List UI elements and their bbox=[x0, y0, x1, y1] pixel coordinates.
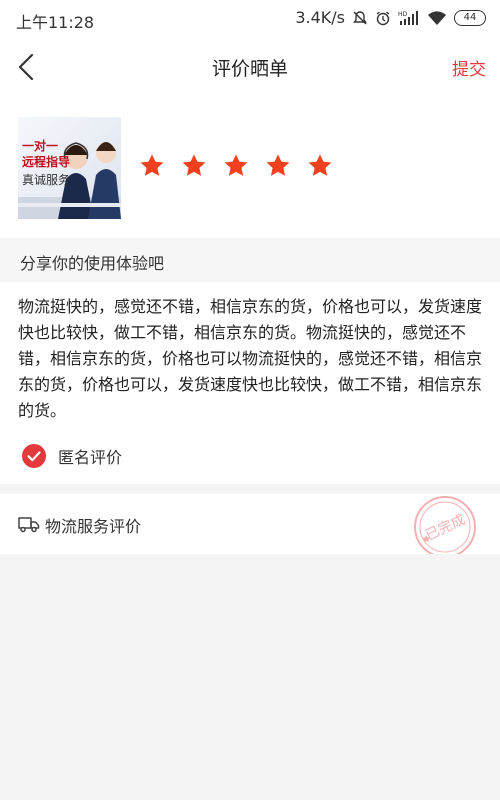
page-title: 评价晒单 bbox=[211, 58, 288, 80]
status-icons: 3.4K/s HD 44 bbox=[295, 8, 486, 27]
thumb-text-line-3: 真诚服务 bbox=[22, 173, 71, 187]
header: 评价晒单 提交 bbox=[0, 36, 500, 98]
product-thumbnail[interactable]: 一对一 远程指导 真诚服务 bbox=[18, 117, 121, 219]
share-prompt-section: 分享你的使用体验吧 bbox=[0, 238, 500, 282]
completed-stamp: 已完成 bbox=[412, 494, 478, 554]
alarm-icon bbox=[375, 10, 391, 26]
star-icon-4[interactable] bbox=[264, 152, 292, 180]
star-icon-3[interactable] bbox=[222, 152, 250, 180]
star-icon-1[interactable] bbox=[138, 152, 166, 180]
star-icon-5[interactable] bbox=[306, 152, 334, 180]
hd-signal-icon: HD bbox=[398, 10, 420, 26]
thumb-text-line-2: 远程指导 bbox=[22, 155, 71, 169]
completed-stamp-icon: 已完成 bbox=[414, 496, 476, 554]
status-bar: 上午11:28 3.4K/s HD 44 bbox=[0, 0, 500, 36]
submit-button[interactable]: 提交 bbox=[452, 55, 486, 80]
battery-icon: 44 bbox=[454, 9, 486, 26]
check-circle-icon bbox=[22, 444, 46, 468]
wifi-icon bbox=[427, 10, 447, 26]
network-speed: 3.4K/s bbox=[295, 8, 345, 27]
status-time: 上午11:28 bbox=[16, 13, 95, 32]
logistics-rating-section[interactable]: 物流服务评价 已完成 bbox=[0, 494, 500, 554]
share-prompt-label: 分享你的使用体验吧 bbox=[20, 254, 165, 273]
thumb-text-line-1: 一对一 bbox=[22, 139, 59, 153]
truck-icon bbox=[18, 517, 40, 533]
star-rating bbox=[138, 152, 334, 180]
product-rating-section: 一对一 远程指导 真诚服务 bbox=[0, 98, 500, 238]
logistics-label: 物流服务评价 bbox=[45, 517, 142, 536]
review-section: 物流挺快的，感觉还不错，相信京东的货，价格也可以，发货速度快也比较快，做工不错，… bbox=[0, 282, 500, 484]
star-icon-2[interactable] bbox=[180, 152, 208, 180]
review-textarea[interactable]: 物流挺快的，感觉还不错，相信京东的货，价格也可以，发货速度快也比较快，做工不错，… bbox=[18, 294, 482, 424]
svg-text:HD: HD bbox=[398, 11, 408, 18]
anonymous-label: 匿名评价 bbox=[58, 448, 123, 467]
stamp-text: 已完成 bbox=[423, 512, 468, 544]
mute-icon bbox=[352, 10, 368, 26]
anonymous-checkbox[interactable]: 匿名评价 bbox=[22, 444, 122, 468]
